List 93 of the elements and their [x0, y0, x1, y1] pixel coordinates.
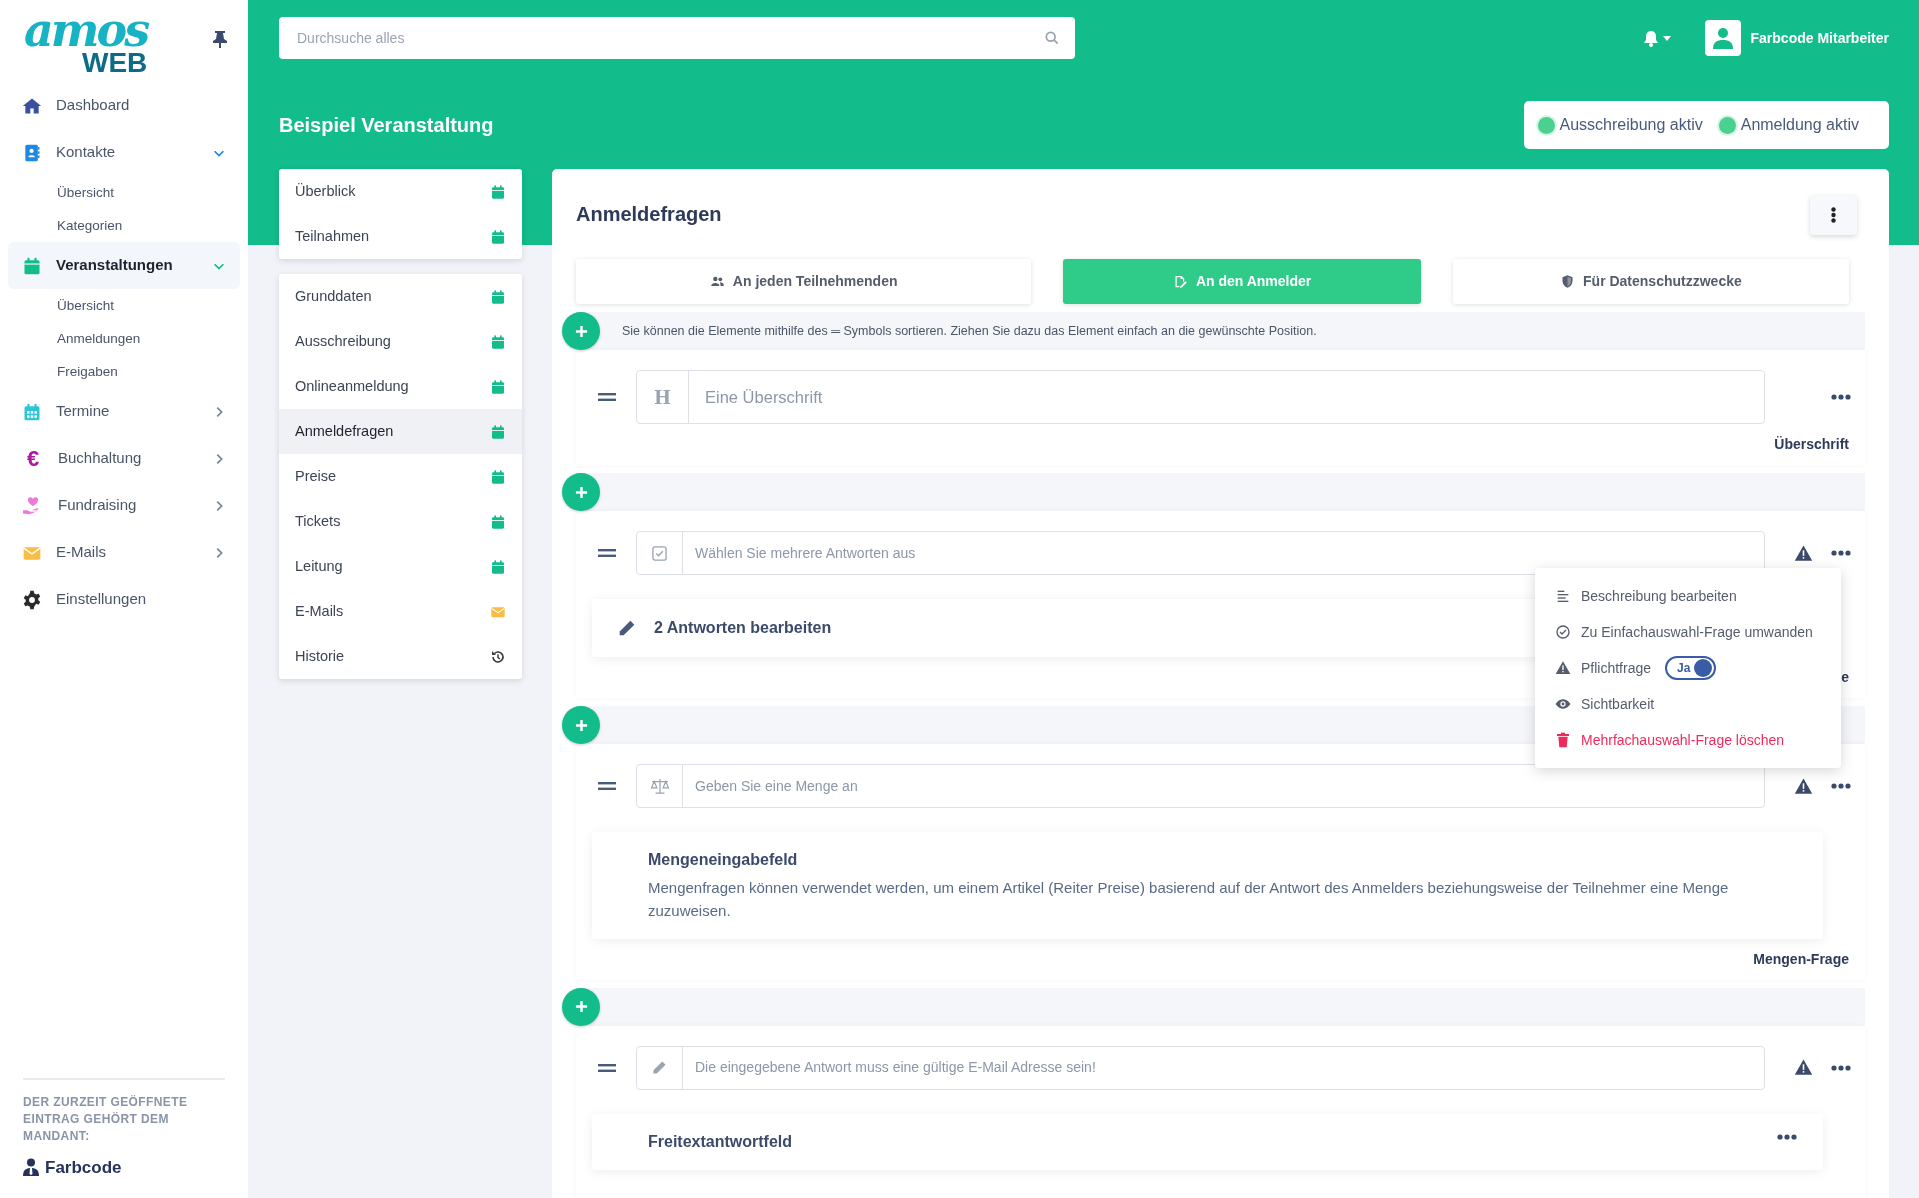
plus-icon [574, 324, 588, 338]
calendar-icon [490, 513, 506, 530]
checkbox-icon [652, 545, 667, 561]
tenant-note: DER ZURZEIT GEÖFFNETE EINTRAG GEHÖRT DEM MANDANT: [23, 1094, 189, 1145]
subnav-item[interactable]: Teilnahmen [279, 214, 522, 259]
status-label: Anmeldung aktiv [1740, 115, 1859, 135]
question-type-label: Überschrift [1774, 436, 1849, 452]
plus-icon [574, 1000, 588, 1013]
sidebar-item[interactable]: Einstellungen [8, 576, 240, 623]
more-icon [1831, 550, 1851, 556]
caret-icon [1662, 35, 1671, 41]
subnav-item[interactable]: Leitung [279, 544, 522, 589]
menu-item[interactable]: Beschreibung bearbeiten [1535, 578, 1841, 614]
menu-item[interactable]: Sichtbarkeit [1535, 686, 1841, 722]
kebab-icon [1831, 207, 1836, 223]
tab[interactable]: An jeden Teilnehmenden [576, 259, 1032, 304]
panel-title: Anmeldefragen [576, 202, 722, 226]
subnav-item[interactable]: E-Mails [279, 589, 522, 634]
sidebar-item[interactable]: Dashboard [8, 82, 240, 129]
sidebar-item[interactable]: € Buchhaltung [8, 435, 240, 482]
warning-icon [1555, 660, 1571, 676]
trash-icon [1555, 732, 1571, 748]
menu-item[interactable]: Pflichtfrage Ja [1535, 650, 1841, 686]
calendar-icon [490, 228, 506, 245]
sidebar-subitem[interactable]: Kategorien [8, 209, 240, 242]
info-text: Mengenfragen können verwendet werden, um einem Artikel (Reiter Preise) basierend auf der Antwort des Anmelders beziehungsweise der Teilnehmer eine Menge zuzuweisen. [648, 878, 1730, 922]
status-label: Ausschreibung aktiv [1559, 115, 1703, 135]
page-title: Beispiel Veranstaltung [279, 113, 494, 137]
drag-handle-icon [598, 1062, 616, 1073]
calendar-icon [490, 333, 506, 350]
heading-icon: H [654, 383, 671, 411]
search-field[interactable]: Durchsuche alles [279, 17, 1075, 59]
calendar-icon [490, 558, 506, 575]
sidebar-item[interactable]: Fundraising [8, 482, 240, 529]
question-type-label: e [1841, 669, 1849, 685]
subnav-item[interactable]: Preise [279, 454, 522, 499]
more-icon [1831, 1064, 1851, 1071]
plus-icon [574, 485, 588, 499]
pencil-icon [618, 619, 636, 637]
subnav-item[interactable]: Tickets [279, 499, 522, 544]
edit-answers-button[interactable]: 2 Antworten bearbeiten [614, 599, 836, 657]
info-title: Mengeneingabefeld [648, 850, 799, 870]
pencil-icon [652, 1060, 667, 1075]
calendar-icon [490, 378, 506, 395]
more-icon [1831, 783, 1851, 789]
euro-icon: € [22, 447, 44, 470]
subnav-item[interactable]: Onlineanmeldung [279, 364, 522, 409]
sidebar-item[interactable]: Kontakte [8, 129, 240, 176]
tenant-name: Farbcode [45, 1156, 122, 1179]
menu-item[interactable]: Zu Einfachauswahl-Frage umwanden [1535, 614, 1841, 650]
text-lines-icon [1555, 588, 1571, 604]
subnav-item[interactable]: Überblick [279, 169, 522, 214]
history-icon [490, 648, 506, 665]
subnav-item[interactable]: Grunddaten [279, 274, 522, 319]
bell-icon [1642, 29, 1659, 47]
sidebar-item[interactable]: Termine [8, 388, 240, 435]
calendar-icon [490, 288, 506, 305]
search-icon [1045, 31, 1059, 45]
shield-icon [1560, 274, 1576, 289]
menu-item[interactable]: Mehrfachauswahl-Frage löschen [1535, 722, 1841, 758]
drag-handle-icon [598, 781, 616, 791]
calendar-icon [490, 423, 506, 440]
sidebar-item[interactable]: Veranstaltungen [8, 242, 240, 289]
drag-handle-icon [598, 392, 616, 402]
calendar-icon [490, 183, 506, 200]
calendar-icon [490, 468, 506, 485]
drag-handle-icon [598, 548, 616, 558]
tab[interactable]: Für Datenschutzzwecke [1452, 259, 1849, 304]
sidebar-subitem[interactable]: Freigaben [8, 355, 240, 388]
users-icon [709, 274, 725, 289]
more-icon [1831, 394, 1851, 400]
user-icon [1712, 27, 1733, 49]
plus-icon [574, 718, 588, 732]
subnav-item[interactable]: Ausschreibung [279, 319, 522, 364]
question-field[interactable]: Eine Überschrift [689, 371, 1764, 423]
person-icon [23, 1158, 39, 1177]
info-title: Freitextantwortfeld [648, 1131, 793, 1152]
sidebar-subitem[interactable]: Übersicht [8, 289, 240, 322]
eye-icon [1555, 696, 1571, 712]
question-type-label: Mengen-Frage [1753, 950, 1849, 967]
check-circle-icon [1555, 624, 1571, 640]
sidebar-item[interactable]: E-Mails [8, 529, 240, 576]
sidebar-subitem[interactable]: Übersicht [8, 176, 240, 209]
logo: amos WEB [24, 12, 148, 77]
scale-icon [649, 778, 670, 794]
subnav-item[interactable]: Historie [279, 634, 522, 679]
toggle-switch[interactable]: Ja [1665, 656, 1717, 680]
more-icon [1777, 1133, 1797, 1140]
options-button[interactable] [1810, 195, 1857, 235]
sidebar-subitem[interactable]: Anmeldungen [8, 322, 240, 355]
subnav-item[interactable]: Anmeldefragen [279, 409, 522, 454]
hint-text: Sie können die Elemente mithilfe des ═ Symbols sortieren. Ziehen Sie dazu das Element einfach an die gewünschte Position. [622, 322, 1317, 340]
pin-icon [212, 29, 228, 48]
